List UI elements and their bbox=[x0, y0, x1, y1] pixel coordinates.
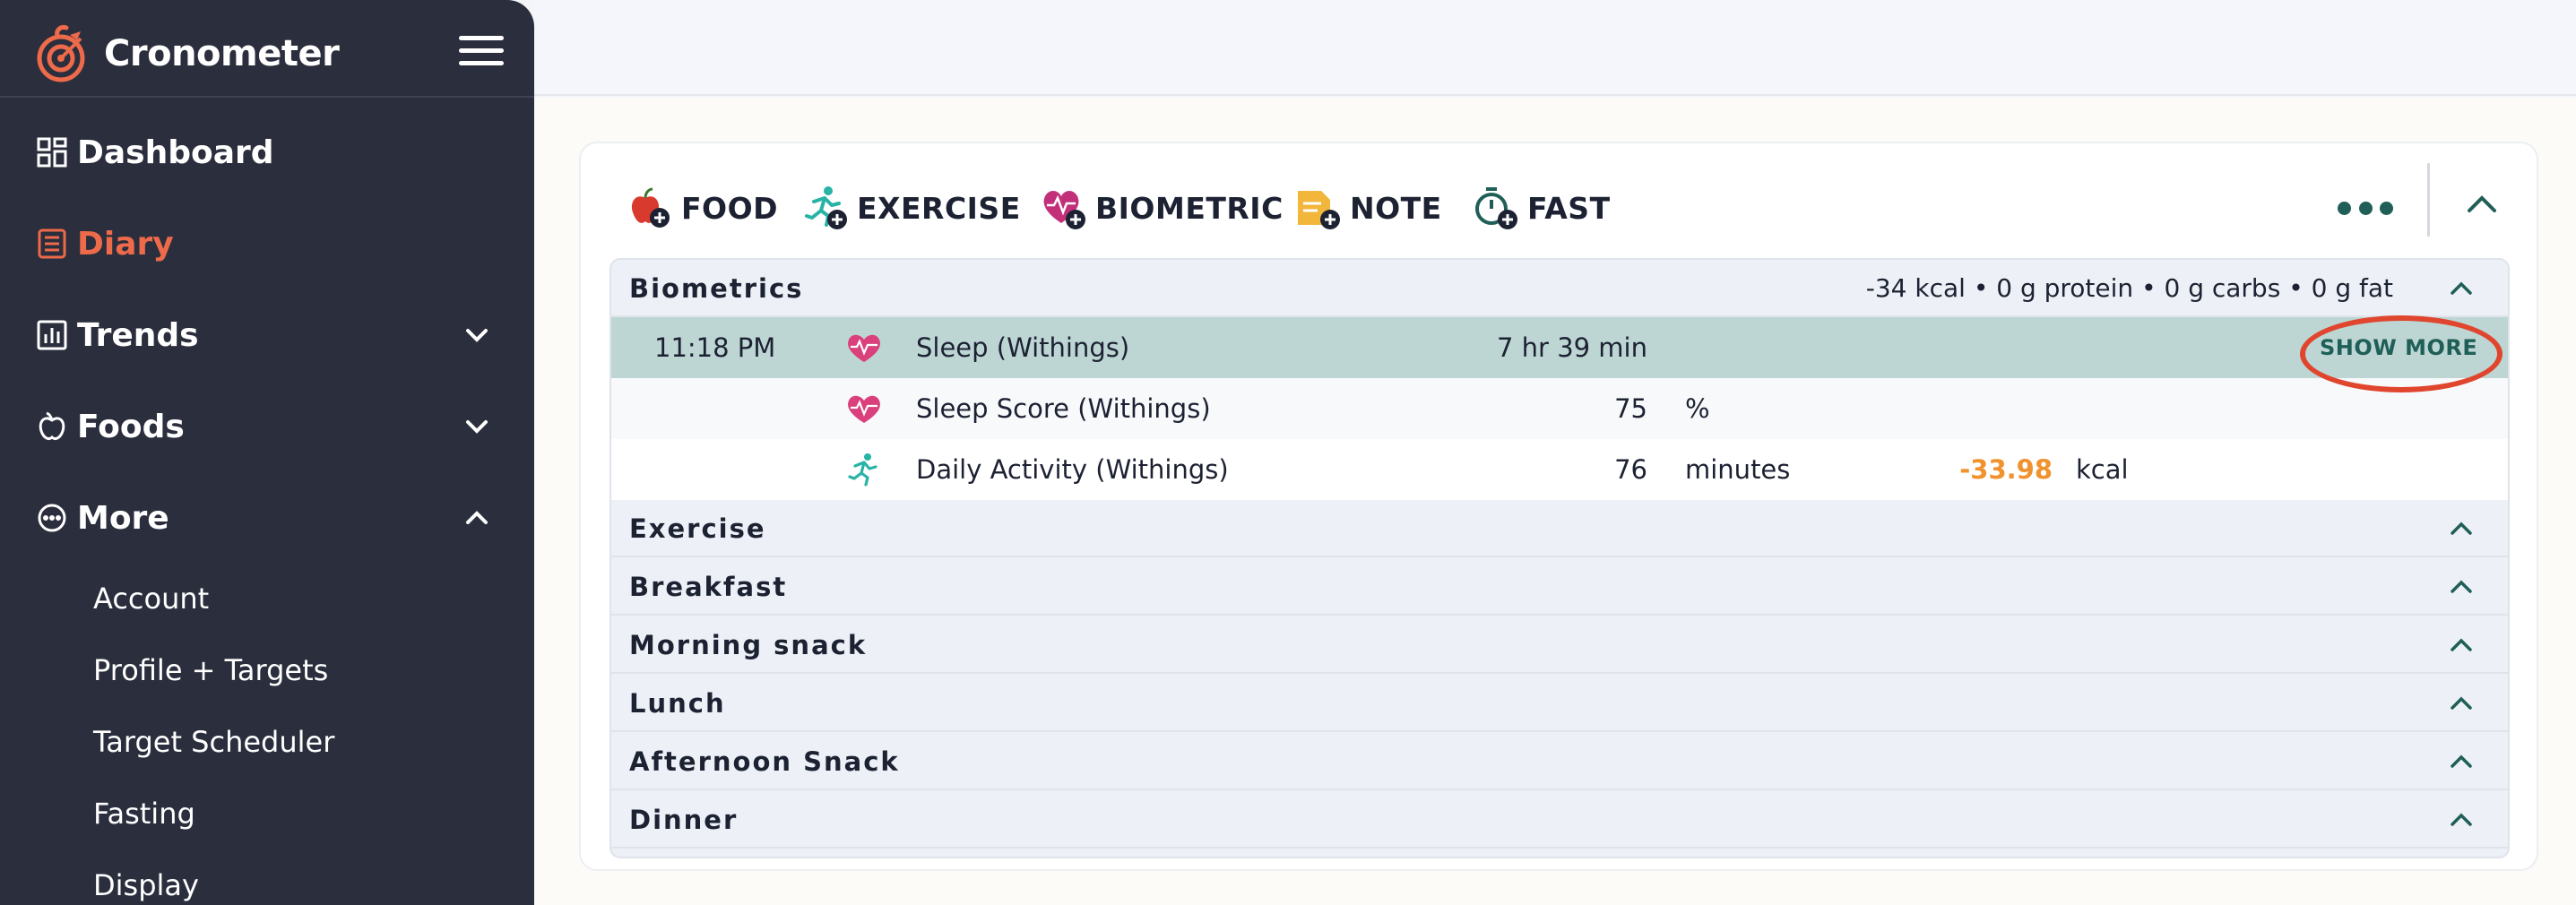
running-person-icon bbox=[848, 453, 877, 487]
add-food-button[interactable]: FOOD bbox=[626, 179, 778, 237]
stopwatch-add-icon bbox=[1475, 187, 1517, 229]
top-bar bbox=[534, 0, 2576, 96]
add-biometric-button[interactable]: BIOMETRIC bbox=[1040, 179, 1284, 237]
sidebar-item-label: More bbox=[77, 499, 169, 537]
section-header-lunch[interactable]: Lunch bbox=[611, 675, 2508, 732]
chevron-up-icon[interactable] bbox=[2447, 514, 2476, 543]
add-note-button[interactable]: NOTE bbox=[1294, 179, 1442, 237]
entry-energy-unit: kcal bbox=[2076, 454, 2129, 485]
section-header-morning-snack[interactable]: Morning snack bbox=[611, 616, 2508, 674]
sidebar-subitem-fasting[interactable]: Fasting bbox=[93, 791, 195, 836]
sidebar-subitem-display[interactable]: Display bbox=[93, 863, 199, 905]
add-fast-button[interactable]: FAST bbox=[1472, 179, 1611, 237]
bar-chart-icon bbox=[36, 319, 68, 351]
heart-pulse-icon bbox=[848, 395, 880, 423]
section-title: Breakfast bbox=[629, 572, 788, 602]
brand[interactable]: Cronometer bbox=[30, 16, 340, 91]
entry-amount: 7 hr 39 min bbox=[1497, 332, 1647, 363]
add-food-label: FOOD bbox=[681, 190, 779, 226]
chevron-down-icon[interactable] bbox=[462, 412, 491, 441]
diary-list-icon bbox=[36, 228, 68, 260]
add-exercise-label: EXERCISE bbox=[857, 190, 1021, 226]
chevron-down-icon[interactable] bbox=[462, 321, 491, 349]
sidebar-item-diary[interactable]: Diary bbox=[36, 217, 502, 271]
section-title: Dinner bbox=[629, 805, 739, 835]
chevron-up-icon[interactable] bbox=[2459, 183, 2504, 228]
show-more-button[interactable]: SHOW MORE bbox=[2320, 317, 2477, 378]
entry-unit: minutes bbox=[1685, 454, 1791, 485]
running-person-add-icon bbox=[805, 186, 847, 229]
chevron-up-icon[interactable] bbox=[2447, 274, 2476, 303]
hamburger-menu-icon[interactable] bbox=[459, 36, 504, 66]
sidebar-divider bbox=[0, 96, 534, 98]
note-add-icon bbox=[1298, 191, 1340, 229]
sidebar-item-foods[interactable]: Foods bbox=[36, 400, 502, 453]
toolbar-divider bbox=[2427, 163, 2430, 237]
chevron-up-icon[interactable] bbox=[2447, 631, 2476, 659]
diary-table: Biometrics -34 kcal • 0 g protein • 0 g … bbox=[609, 258, 2510, 858]
sidebar-subitem-target-scheduler[interactable]: Target Scheduler bbox=[93, 720, 334, 764]
more-options-icon[interactable] bbox=[2338, 190, 2393, 226]
chevron-up-icon[interactable] bbox=[2447, 573, 2476, 601]
table-row[interactable]: Sleep Score (Withings) 75 % bbox=[611, 378, 2508, 439]
entry-amount: 76 bbox=[1614, 454, 1647, 485]
chevron-up-icon[interactable] bbox=[462, 504, 491, 532]
entry-name: Daily Activity (Withings) bbox=[916, 454, 1229, 485]
sidebar-subitem-account[interactable]: Account bbox=[93, 576, 209, 621]
add-biometric-label: BIOMETRIC bbox=[1095, 190, 1284, 226]
sidebar-item-label: Dashboard bbox=[77, 134, 274, 171]
heart-pulse-add-icon bbox=[1043, 191, 1085, 229]
apple-add-icon bbox=[631, 187, 670, 228]
sidebar-item-trends[interactable]: Trends bbox=[36, 308, 502, 362]
section-summary: -34 kcal • 0 g protein • 0 g carbs • 0 g… bbox=[1865, 273, 2393, 303]
section-title: Afternoon Snack bbox=[629, 746, 900, 777]
sidebar-item-label: Foods bbox=[77, 408, 185, 445]
table-row[interactable]: Daily Activity (Withings) 76 minutes -33… bbox=[611, 439, 2508, 500]
sidebar: Cronometer Dashboard Diary Trends Foods … bbox=[0, 0, 534, 905]
sidebar-subitem-profile-targets[interactable]: Profile + Targets bbox=[93, 648, 328, 693]
entry-amount: 75 bbox=[1614, 393, 1647, 424]
brand-name: Cronometer bbox=[104, 33, 340, 74]
cronometer-logo-icon bbox=[37, 25, 85, 82]
section-header-breakfast[interactable]: Breakfast bbox=[611, 558, 2508, 616]
section-title: Exercise bbox=[629, 513, 766, 544]
entry-energy: -33.98 bbox=[1959, 454, 2053, 485]
sidebar-item-label: Diary bbox=[77, 225, 174, 263]
chevron-up-icon[interactable] bbox=[2447, 689, 2476, 718]
section-header-biometrics[interactable]: Biometrics -34 kcal • 0 g protein • 0 g … bbox=[611, 260, 2508, 317]
section-header-afternoon-snack[interactable]: Afternoon Snack bbox=[611, 733, 2508, 790]
add-exercise-button[interactable]: EXERCISE bbox=[801, 179, 1021, 237]
add-note-label: NOTE bbox=[1350, 190, 1442, 226]
table-row[interactable]: 11:18 PM Sleep (Withings) 7 hr 39 min SH… bbox=[611, 317, 2508, 378]
section-title: Lunch bbox=[629, 688, 726, 719]
dots-circle-icon bbox=[36, 502, 68, 534]
apple-icon bbox=[36, 410, 68, 443]
add-fast-label: FAST bbox=[1527, 190, 1611, 226]
entry-unit: % bbox=[1685, 393, 1710, 424]
dashboard-grid-icon bbox=[36, 136, 68, 168]
diary-card: FOOD EXERCISE BIOMETRIC NOTE FAST Biomet… bbox=[579, 142, 2538, 871]
sidebar-item-label: Trends bbox=[77, 316, 199, 354]
entry-name: Sleep (Withings) bbox=[916, 332, 1130, 363]
chevron-up-icon[interactable] bbox=[2447, 806, 2476, 834]
section-header-exercise[interactable]: Exercise bbox=[611, 500, 2508, 557]
heart-pulse-icon bbox=[848, 334, 880, 362]
chevron-up-icon[interactable] bbox=[2447, 747, 2476, 776]
section-title: Biometrics bbox=[629, 273, 804, 304]
entry-name: Sleep Score (Withings) bbox=[916, 393, 1211, 424]
sidebar-item-dashboard[interactable]: Dashboard bbox=[36, 125, 502, 179]
section-title: Morning snack bbox=[629, 630, 868, 660]
sidebar-item-more[interactable]: More bbox=[36, 491, 502, 545]
entry-time: 11:18 PM bbox=[654, 332, 776, 363]
section-header-dinner[interactable]: Dinner bbox=[611, 791, 2508, 849]
